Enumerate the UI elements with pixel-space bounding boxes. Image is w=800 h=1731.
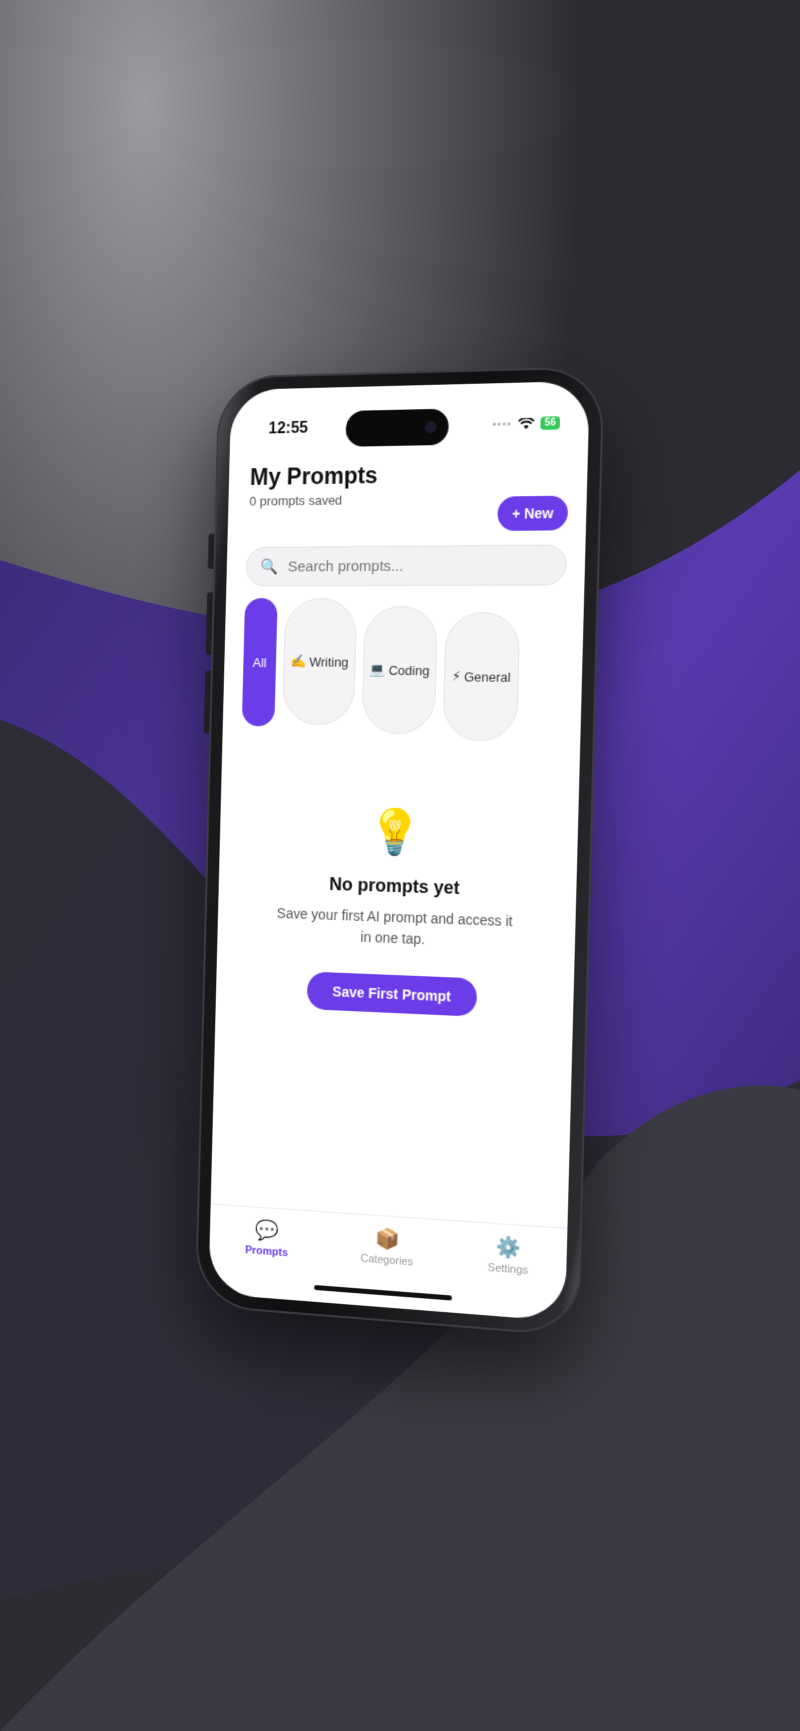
save-first-prompt-button[interactable]: Save First Prompt xyxy=(307,971,478,1016)
filter-chip-label: Writing xyxy=(309,654,348,669)
empty-state-message: Save your first AI prompt and access it … xyxy=(276,903,514,953)
new-prompt-button[interactable]: + New xyxy=(497,496,568,531)
page-title: My Prompts xyxy=(250,462,378,491)
filter-chip-label: General xyxy=(464,669,511,684)
filter-chip-label: Coding xyxy=(389,662,430,677)
status-time: 12:55 xyxy=(268,420,308,439)
tab-label: Settings xyxy=(488,1262,529,1277)
gear-icon: ⚙️ xyxy=(495,1234,521,1261)
prompt-count: 0 prompts saved xyxy=(249,493,342,509)
phone-mockup: 12:55 •••• 56 My Prompts 0 prompts saved… xyxy=(195,366,605,1337)
signal-icon: •••• xyxy=(492,418,512,431)
laptop-icon: 💻 xyxy=(370,662,386,678)
search-input[interactable] xyxy=(286,556,487,576)
chat-bubble-icon: 💬 xyxy=(255,1217,280,1243)
box-icon: 📦 xyxy=(375,1226,400,1253)
empty-state-title: No prompts yet xyxy=(219,871,577,903)
wifi-icon xyxy=(518,417,535,430)
filter-chip-label: All xyxy=(253,655,267,670)
tab-prompts[interactable]: 💬 Prompts xyxy=(244,1217,289,1300)
tab-settings[interactable]: ⚙️ Settings xyxy=(487,1234,529,1319)
status-icons: •••• 56 xyxy=(492,416,560,431)
filter-chip-all[interactable]: All xyxy=(242,598,278,726)
category-filter: All ✍️ Writing 💻 Coding ⚡ General xyxy=(242,598,521,742)
search-bar[interactable]: 🔍 xyxy=(245,545,567,587)
lightbulb-icon: 💡 xyxy=(220,802,579,863)
battery-icon: 56 xyxy=(540,416,560,430)
search-icon: 🔍 xyxy=(260,558,278,576)
tab-label: Prompts xyxy=(245,1244,288,1259)
filter-chip-coding[interactable]: 💻 Coding xyxy=(362,606,438,735)
empty-state: 💡 No prompts yet Save your first AI prom… xyxy=(216,802,579,1021)
tab-label: Categories xyxy=(360,1253,413,1269)
filter-chip-general[interactable]: ⚡ General xyxy=(442,612,520,742)
dynamic-island xyxy=(345,409,449,447)
writing-hand-icon: ✍️ xyxy=(291,653,307,669)
filter-chip-writing[interactable]: ✍️ Writing xyxy=(282,598,357,725)
camera-icon xyxy=(425,421,437,433)
phone-screen: 12:55 •••• 56 My Prompts 0 prompts saved… xyxy=(208,381,589,1322)
lightning-icon: ⚡ xyxy=(452,668,462,684)
